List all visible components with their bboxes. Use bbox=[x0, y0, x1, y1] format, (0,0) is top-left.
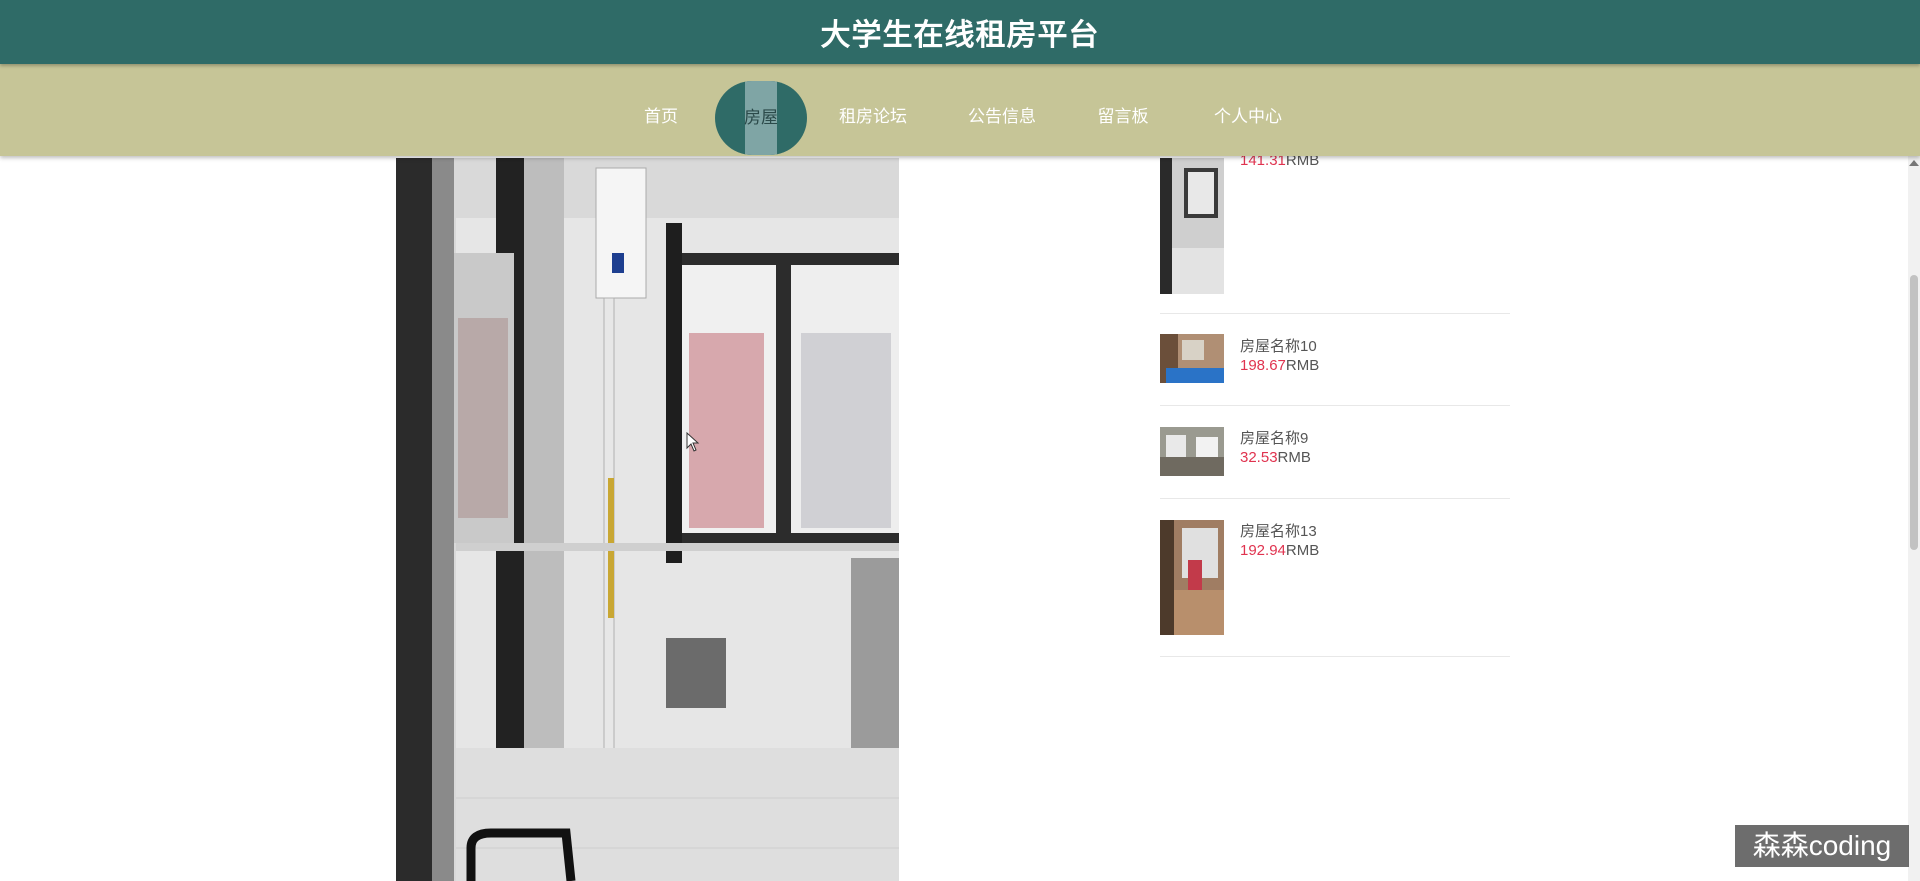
list-item[interactable]: 房屋名称10 198.67RMB bbox=[1160, 313, 1510, 406]
house-name[interactable]: 房屋名称10 bbox=[1240, 335, 1317, 356]
house-photo-illustration bbox=[396, 158, 899, 881]
nav-forum-label: 租房论坛 bbox=[839, 107, 907, 126]
price-unit: RMB bbox=[1285, 542, 1320, 559]
house-name[interactable]: 房屋名称13 bbox=[1240, 520, 1317, 541]
nav-forum[interactable]: 租房论坛 bbox=[835, 64, 911, 156]
house-thumbnail-image bbox=[1160, 158, 1224, 294]
house-thumbnail-image bbox=[1160, 334, 1224, 383]
nav-message-board-label: 留言板 bbox=[1097, 107, 1149, 126]
scrollbar-thumb[interactable] bbox=[1910, 275, 1918, 550]
house-thumbnail-image bbox=[1160, 427, 1224, 476]
price-value: 198.67 bbox=[1240, 357, 1286, 374]
house-thumbnail-image bbox=[1160, 520, 1224, 635]
site-title: 大学生在线租房平台 bbox=[820, 19, 1100, 52]
list-item[interactable]: 141.31RMB bbox=[1160, 130, 1510, 314]
house-price: 32.53RMB bbox=[1240, 449, 1311, 466]
house-price: 198.67RMB bbox=[1240, 357, 1319, 374]
nav-user-center-label: 个人中心 bbox=[1214, 107, 1282, 126]
mouse-cursor-icon bbox=[686, 432, 700, 452]
nav-message-board[interactable]: 留言板 bbox=[1096, 64, 1150, 156]
house-thumbnail[interactable] bbox=[1160, 520, 1224, 635]
site-title-bar: 大学生在线租房平台 bbox=[0, 0, 1920, 64]
list-item[interactable]: 房屋名称9 32.53RMB bbox=[1160, 405, 1510, 499]
nav-announcements[interactable]: 公告信息 bbox=[964, 64, 1040, 156]
price-value: 192.94 bbox=[1240, 542, 1286, 559]
house-thumbnail[interactable] bbox=[1160, 158, 1224, 294]
nav-home-label: 首页 bbox=[644, 107, 678, 126]
house-photo bbox=[396, 158, 899, 881]
house-name[interactable]: 房屋名称9 bbox=[1240, 427, 1308, 448]
price-unit: RMB bbox=[1277, 449, 1311, 466]
nav-houses[interactable]: 房屋 bbox=[715, 81, 807, 155]
nav-user-center[interactable]: 个人中心 bbox=[1210, 64, 1286, 156]
watermark: 森森coding bbox=[1735, 825, 1909, 867]
price-unit: RMB bbox=[1285, 357, 1320, 374]
house-price: 192.94RMB bbox=[1240, 542, 1319, 559]
nav-houses-label: 房屋 bbox=[744, 108, 778, 127]
scroll-up-arrow-icon[interactable] bbox=[1909, 160, 1919, 166]
price-value: 32.53 bbox=[1240, 449, 1278, 466]
house-thumbnail[interactable] bbox=[1160, 427, 1224, 476]
nav-home[interactable]: 首页 bbox=[636, 64, 686, 156]
main-nav: 首页 房屋 租房论坛 公告信息 留言板 个人中心 bbox=[0, 64, 1920, 156]
nav-announcements-label: 公告信息 bbox=[968, 107, 1036, 126]
house-thumbnail[interactable] bbox=[1160, 334, 1224, 383]
list-item[interactable]: 房屋名称13 192.94RMB bbox=[1160, 498, 1510, 657]
